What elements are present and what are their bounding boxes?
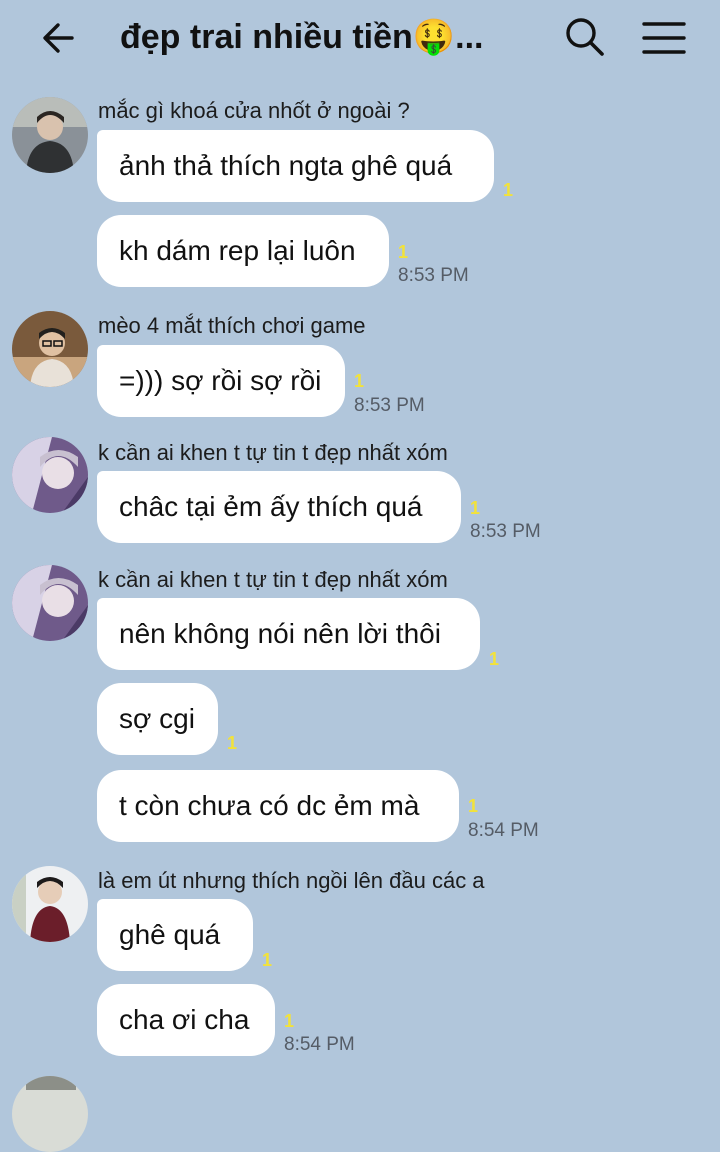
message-bubble[interactable]: sợ cgi: [97, 683, 218, 755]
read-count: 1: [354, 371, 365, 391]
read-count: 1: [470, 498, 481, 518]
message-bubble[interactable]: kh dám rep lại luôn: [97, 215, 389, 287]
sender-name: là em út nhưng thích ngồi lên đầu các a: [98, 868, 485, 893]
avatar[interactable]: [12, 97, 88, 173]
avatar[interactable]: [12, 866, 88, 942]
avatar[interactable]: [12, 437, 88, 513]
read-count: 1: [503, 180, 514, 200]
menu-button[interactable]: [640, 16, 688, 60]
sender-name: mèo 4 mắt thích chơi game: [98, 313, 366, 338]
avatar-partial[interactable]: [12, 1076, 88, 1152]
search-icon: [566, 18, 604, 56]
message-bubble[interactable]: cha ơi cha: [97, 984, 275, 1056]
avatar-partial-icon: [12, 1076, 88, 1152]
chat-title[interactable]: đẹp trai nhiều tiền🤑...: [120, 14, 500, 60]
sender-name: k cần ai khen t tự tin t đẹp nhất xóm: [98, 440, 448, 465]
read-count: 1: [227, 733, 238, 753]
sender-name: mắc gì khoá cửa nhốt ở ngoài ?: [98, 98, 410, 123]
read-count: 1: [398, 242, 409, 262]
avatar-man-red-jacket: [12, 866, 88, 942]
message-bubble[interactable]: =))) sợ rồi sợ rồi: [97, 345, 345, 417]
message-bubble[interactable]: t còn chưa có dc ẻm mà: [97, 770, 459, 842]
read-count: 1: [468, 796, 479, 816]
message-time: 8:54 PM: [284, 1034, 355, 1055]
message-bubble[interactable]: châc tại ẻm ấy thích quá: [97, 471, 461, 543]
read-count: 1: [284, 1011, 295, 1031]
avatar-purple-portrait: [12, 565, 88, 641]
read-count: 1: [262, 950, 273, 970]
avatar-man-glasses: [12, 311, 88, 387]
arrow-left-icon: [43, 23, 74, 53]
avatar[interactable]: [12, 565, 88, 641]
message-time: 8:53 PM: [398, 265, 469, 286]
read-count: 1: [489, 649, 500, 669]
back-button[interactable]: [36, 16, 80, 60]
avatar-purple-portrait: [12, 437, 88, 513]
avatar[interactable]: [12, 311, 88, 387]
search-button[interactable]: [562, 14, 608, 60]
message-bubble[interactable]: ghê quá: [97, 899, 253, 971]
message-bubble[interactable]: ảnh thả thích ngta ghê quá: [97, 130, 494, 202]
sender-name: k cần ai khen t tự tin t đẹp nhất xóm: [98, 567, 448, 592]
hamburger-menu-icon: [642, 22, 686, 54]
avatar-man-dark-jacket: [12, 97, 88, 173]
message-bubble[interactable]: nên không nói nên lời thôi: [97, 598, 480, 670]
message-time: 8:53 PM: [470, 521, 541, 542]
message-time: 8:54 PM: [468, 820, 539, 841]
top-bar: đẹp trai nhiều tiền🤑...: [0, 0, 720, 76]
message-time: 8:53 PM: [354, 395, 425, 416]
